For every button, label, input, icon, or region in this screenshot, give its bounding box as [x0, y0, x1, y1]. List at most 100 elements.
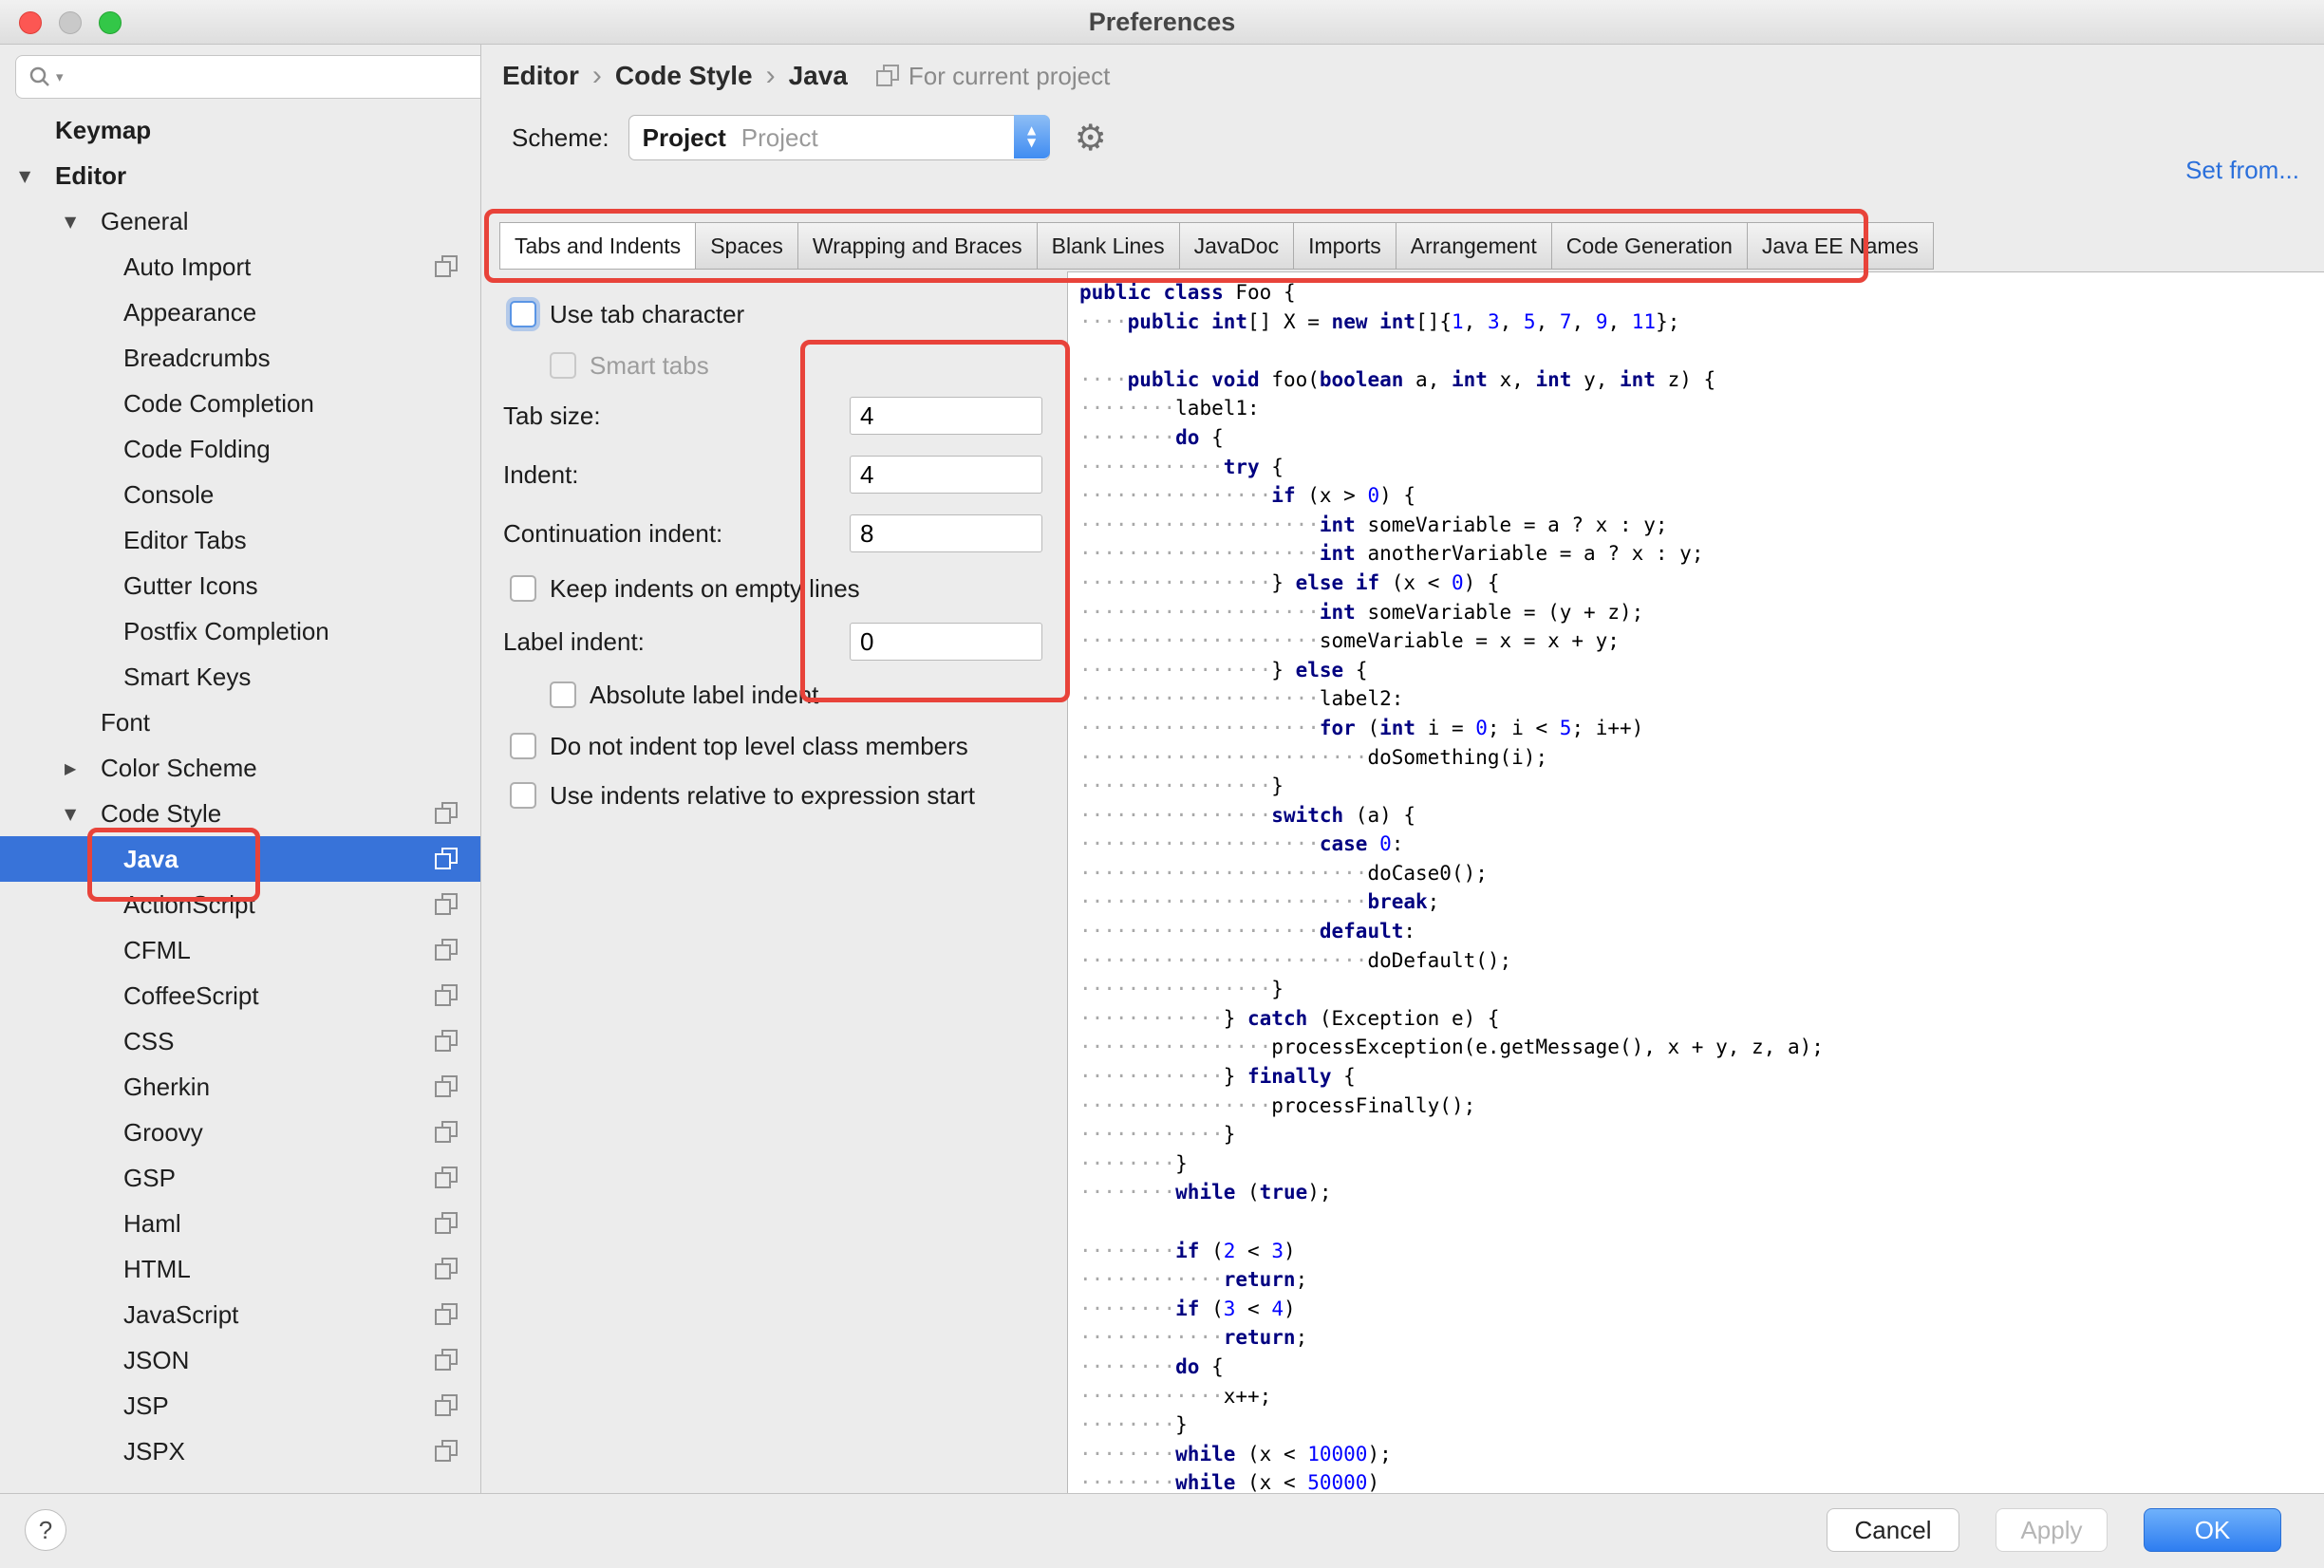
label-indent-row: Label indent: — [481, 623, 1067, 661]
absolute-label-indent-checkbox[interactable] — [550, 681, 576, 708]
sidebar-item-label: General — [0, 207, 189, 235]
use-tab-character-row: Use tab character — [510, 293, 744, 335]
sidebar-item-jsp[interactable]: JSP — [0, 1383, 480, 1428]
sidebar-item-actionscript[interactable]: ActionScript — [0, 882, 480, 927]
per-project-icon — [435, 1303, 458, 1326]
sidebar-item-editor-tabs[interactable]: Editor Tabs — [0, 517, 480, 563]
indent-row: Indent: — [481, 456, 1067, 494]
no-indent-top-level-checkbox[interactable] — [510, 733, 536, 759]
sidebar-item-font[interactable]: Font — [0, 700, 480, 745]
indent-input[interactable] — [850, 456, 1042, 494]
sidebar-item-editor[interactable]: ▼Editor — [0, 153, 480, 198]
code-line: ········} — [1079, 1149, 2324, 1179]
tree-down-arrow-icon[interactable]: ▼ — [19, 154, 30, 199]
per-project-icon — [435, 848, 458, 870]
code-line: ························doSomething(i); — [1079, 743, 2324, 773]
zoom-button[interactable] — [99, 11, 122, 34]
code-line: ················if (x > 0) { — [1079, 481, 2324, 511]
tab-code-generation[interactable]: Code Generation — [1551, 222, 1748, 270]
sidebar-item-label: Font — [0, 708, 150, 737]
settings-search[interactable]: ▾ — [15, 55, 481, 99]
tab-java-ee-names[interactable]: Java EE Names — [1747, 222, 1934, 270]
no-indent-top-level-row: Do not indent top level class members — [510, 725, 968, 767]
label-indent-input[interactable] — [850, 623, 1042, 661]
tab-size-input[interactable] — [850, 397, 1042, 435]
main-panel: Editor›Code Style›Java For current proje… — [481, 44, 2324, 1494]
sidebar-item-label: Code Completion — [0, 389, 314, 418]
sidebar-item-css[interactable]: CSS — [0, 1018, 480, 1064]
keep-indents-row: Keep indents on empty lines — [510, 568, 860, 609]
minimize-button[interactable] — [59, 11, 82, 34]
code-line: ····················label2: — [1079, 684, 2324, 714]
sidebar-item-color-scheme[interactable]: ▶Color Scheme — [0, 745, 480, 791]
close-button[interactable] — [19, 11, 42, 34]
smart-tabs-checkbox[interactable] — [550, 352, 576, 379]
sidebar-item-label: Java — [0, 845, 178, 873]
breadcrumb: Editor›Code Style›Java — [502, 60, 861, 92]
sidebar-item-console[interactable]: Console — [0, 472, 480, 517]
sidebar-item-keymap[interactable]: Keymap — [0, 107, 480, 153]
sidebar-item-json[interactable]: JSON — [0, 1337, 480, 1383]
indents-relative-checkbox[interactable] — [510, 782, 536, 809]
sidebar-item-java[interactable]: Java — [0, 836, 480, 882]
cancel-button[interactable]: Cancel — [1827, 1508, 1959, 1552]
tab-arrangement[interactable]: Arrangement — [1396, 222, 1552, 270]
tree-right-arrow-icon[interactable]: ▶ — [65, 746, 76, 792]
breadcrumb-java[interactable]: Java — [789, 61, 848, 91]
code-line: ········label1: — [1079, 394, 2324, 423]
sidebar-item-gutter-icons[interactable]: Gutter Icons — [0, 563, 480, 608]
sidebar-item-code-completion[interactable]: Code Completion — [0, 381, 480, 426]
code-line: ········} — [1079, 1410, 2324, 1440]
sidebar-item-code-folding[interactable]: Code Folding — [0, 426, 480, 472]
sidebar-item-label: CoffeeScript — [0, 981, 259, 1010]
use-tab-character-checkbox[interactable] — [510, 301, 536, 327]
sidebar-item-haml[interactable]: Haml — [0, 1201, 480, 1246]
sidebar-item-general[interactable]: ▼General — [0, 198, 480, 244]
breadcrumb-editor[interactable]: Editor — [502, 61, 579, 91]
sidebar-item-breadcrumbs[interactable]: Breadcrumbs — [0, 335, 480, 381]
per-project-icon — [435, 1121, 458, 1144]
tab-imports[interactable]: Imports — [1293, 222, 1396, 270]
scheme-select[interactable]: Project Project ▲▼ — [628, 115, 1050, 160]
per-project-icon — [435, 1440, 458, 1463]
code-line: ····public int[] X = new int[]{1, 3, 5, … — [1079, 308, 2324, 337]
code-line: ········while (true); — [1079, 1178, 2324, 1207]
help-button[interactable]: ? — [25, 1509, 66, 1551]
tab-tabs-and-indents[interactable]: Tabs and Indents — [499, 222, 696, 270]
sidebar-item-javascript[interactable]: JavaScript — [0, 1292, 480, 1337]
sidebar-item-label: Keymap — [0, 116, 151, 144]
sidebar-item-jspx[interactable]: JSPX — [0, 1428, 480, 1474]
tab-wrapping-and-braces[interactable]: Wrapping and Braces — [797, 222, 1038, 270]
search-input[interactable] — [67, 63, 478, 91]
sidebar-item-code-style[interactable]: ▼Code Style — [0, 791, 480, 836]
sidebar-item-postfix-completion[interactable]: Postfix Completion — [0, 608, 480, 654]
titlebar: Preferences — [0, 0, 2324, 45]
gear-icon[interactable]: ⚙ — [1075, 117, 1107, 159]
keep-indents-checkbox[interactable] — [510, 575, 536, 602]
sidebar-item-gsp[interactable]: GSP — [0, 1155, 480, 1201]
code-line: ········while (x < 10000); — [1079, 1440, 2324, 1469]
sidebar-item-cfml[interactable]: CFML — [0, 927, 480, 973]
sidebar-item-auto-import[interactable]: Auto Import — [0, 244, 480, 289]
sidebar-item-groovy[interactable]: Groovy — [0, 1110, 480, 1155]
tab-javadoc[interactable]: JavaDoc — [1179, 222, 1294, 270]
tree-down-arrow-icon[interactable]: ▼ — [65, 199, 76, 245]
breadcrumb-code-style[interactable]: Code Style — [615, 61, 753, 91]
sidebar-item-appearance[interactable]: Appearance — [0, 289, 480, 335]
sidebar-item-gherkin[interactable]: Gherkin — [0, 1064, 480, 1110]
settings-panel: Use tab character Smart tabs Tab size: I… — [481, 271, 1067, 1494]
search-icon — [28, 65, 52, 89]
continuation-indent-input[interactable] — [850, 514, 1042, 552]
tab-spaces[interactable]: Spaces — [695, 222, 798, 270]
set-from-link[interactable]: Set from... — [2185, 156, 2299, 185]
absolute-label-indent-row: Absolute label indent — [550, 674, 818, 716]
apply-button[interactable]: Apply — [1996, 1508, 2108, 1552]
sidebar-item-html[interactable]: HTML — [0, 1246, 480, 1292]
sidebar-item-smart-keys[interactable]: Smart Keys — [0, 654, 480, 700]
sidebar-item-coffeescript[interactable]: CoffeeScript — [0, 973, 480, 1018]
tab-blank-lines[interactable]: Blank Lines — [1037, 222, 1180, 270]
traffic-lights — [19, 11, 122, 34]
ok-button[interactable]: OK — [2144, 1508, 2281, 1552]
tree-down-arrow-icon[interactable]: ▼ — [65, 792, 76, 837]
absolute-label-indent-label: Absolute label indent — [590, 681, 818, 710]
